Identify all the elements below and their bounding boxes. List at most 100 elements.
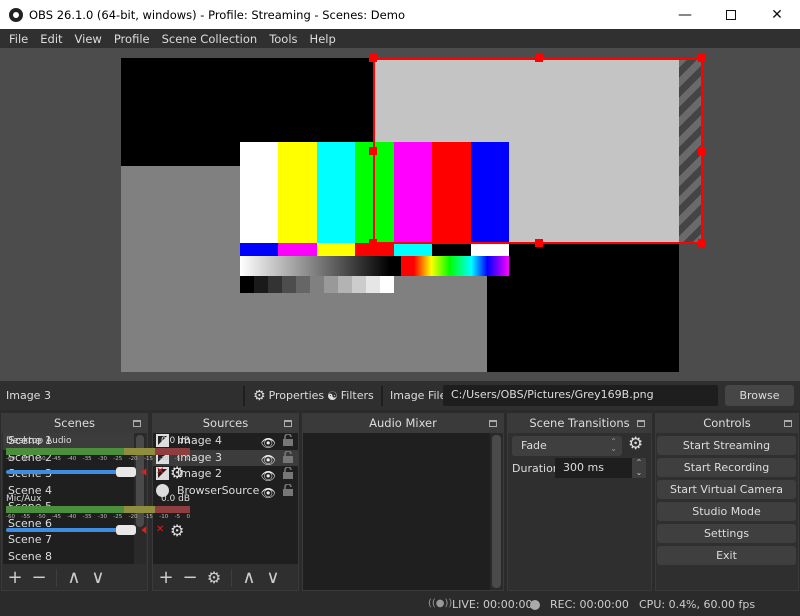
cpu-fps: CPU: 0.4%, 60.00 fps <box>639 598 756 611</box>
start-virtual-camera-button[interactable]: Start Virtual Camera <box>657 480 796 499</box>
unlocked-icon[interactable] <box>283 483 293 496</box>
float-dock-icon[interactable] <box>637 420 645 427</box>
visibility-eye-icon[interactable]: 👁 <box>261 485 276 502</box>
close-button[interactable]: ✕ <box>754 0 800 29</box>
resize-handle[interactable] <box>535 239 543 247</box>
start-streaming-button[interactable]: Start Streaming <box>657 436 796 455</box>
remove-scene-button[interactable]: − <box>27 567 51 589</box>
sources-toolbar: + − ⚙ ∧ ∨ <box>154 567 285 589</box>
rec-indicator-icon <box>530 600 540 610</box>
meter-tick-label: -40 <box>67 456 77 462</box>
unlocked-icon[interactable] <box>283 450 293 463</box>
move-source-up-button[interactable]: ∧ <box>237 567 261 589</box>
properties-button[interactable]: ⚙ Properties <box>253 388 324 404</box>
selection-box[interactable] <box>373 58 703 244</box>
image-file-path-field[interactable]: C:/Users/OBS/Pictures/Grey169B.png <box>443 385 718 406</box>
slider-track <box>6 528 128 532</box>
menu-profile[interactable]: Profile <box>108 32 156 46</box>
color-bar <box>278 243 317 256</box>
obs-logo-icon <box>9 7 23 22</box>
resize-handle[interactable] <box>698 54 706 62</box>
slider-handle[interactable] <box>116 467 136 477</box>
resize-handle[interactable] <box>698 147 706 155</box>
volume-meter <box>6 506 190 513</box>
menu-help[interactable]: Help <box>304 32 342 46</box>
scenes-dock-header: Scenes <box>2 414 147 433</box>
filters-label: Filters <box>340 389 374 402</box>
sources-dock-header: Sources <box>153 414 298 433</box>
minimize-button[interactable]: — <box>662 0 708 29</box>
color-bar <box>310 276 324 293</box>
scene-item[interactable]: Scene 8 <box>3 549 134 566</box>
meter-tick-label: -5 <box>174 456 181 462</box>
filters-button[interactable]: ☯ Filters <box>327 389 374 403</box>
channel-settings-gear-icon[interactable]: ⚙ <box>170 463 184 482</box>
float-dock-icon[interactable] <box>784 420 792 427</box>
title-bar: OBS 26.1.0 (64-bit, windows) - Profile: … <box>0 0 800 29</box>
unlocked-icon[interactable] <box>283 434 293 446</box>
status-bar: ((●)) LIVE: 00:00:00 REC: 00:00:00 CPU: … <box>0 594 800 616</box>
settings-button[interactable]: Settings <box>657 524 796 543</box>
meter-tick-label: -50 <box>36 514 46 520</box>
meter-tick-label: -40 <box>67 514 77 520</box>
muted-speaker-icon[interactable]: 🔈︎ <box>142 464 150 480</box>
unlocked-icon[interactable] <box>283 467 293 479</box>
add-scene-button[interactable]: + <box>3 567 27 589</box>
scrollbar-thumb[interactable] <box>492 435 501 588</box>
muted-speaker-icon[interactable]: 🔈︎ <box>142 522 150 538</box>
float-dock-icon[interactable] <box>284 420 292 427</box>
mixer-scrollbar[interactable] <box>490 433 503 590</box>
resize-handle[interactable] <box>369 239 377 247</box>
channel-level: 0.0 dB <box>160 436 190 446</box>
color-bar <box>268 276 282 293</box>
move-scene-down-button[interactable]: ∨ <box>86 567 110 589</box>
volume-meter <box>6 448 190 455</box>
float-dock-icon[interactable] <box>489 420 497 427</box>
resize-handle[interactable] <box>698 239 706 247</box>
volume-slider[interactable]: 🔈︎ ✕ ⚙ <box>6 521 190 540</box>
add-source-button[interactable]: + <box>154 567 178 589</box>
exit-button[interactable]: Exit <box>657 546 796 565</box>
live-time: LIVE: 00:00:00 <box>452 598 533 611</box>
start-recording-button[interactable]: Start Recording <box>657 458 796 477</box>
slider-handle[interactable] <box>116 525 136 535</box>
move-source-down-button[interactable]: ∨ <box>261 567 285 589</box>
audio-channel-mic: Mic/Aux 0.0 dB -60 -55 -50 -45 -40 -35 -30 -25 -2… <box>6 494 190 540</box>
maximize-button[interactable] <box>708 0 754 29</box>
transition-select[interactable]: Fade ⌃ ⌄ <box>512 436 622 456</box>
close-icon: ✕ <box>771 6 783 23</box>
transition-selected-value: Fade <box>521 439 547 452</box>
duration-stepper[interactable]: ⌃ ⌄ <box>632 458 646 478</box>
transition-settings-gear-icon[interactable]: ⚙ <box>628 434 643 454</box>
scene-transitions-title: Scene Transitions <box>529 416 630 430</box>
minimize-icon: — <box>678 6 692 23</box>
remove-source-button[interactable]: − <box>178 567 202 589</box>
meter-tick-label: -45 <box>51 514 61 520</box>
meter-tick-label: -60 <box>6 514 15 520</box>
menu-file[interactable]: File <box>3 32 34 46</box>
meter-tick-label: -50 <box>36 456 46 462</box>
menu-scene-collection[interactable]: Scene Collection <box>156 32 264 46</box>
duration-label: Duration <box>512 462 560 475</box>
slider-track <box>6 470 128 474</box>
color-bar <box>278 142 317 243</box>
meter-tick-label: -10 <box>159 514 169 520</box>
resize-handle[interactable] <box>535 54 543 62</box>
float-dock-icon[interactable] <box>133 420 141 427</box>
resize-handle[interactable] <box>369 147 377 155</box>
resize-handle[interactable] <box>369 54 377 62</box>
meter-tick-label: -45 <box>51 456 61 462</box>
color-bar <box>316 243 356 256</box>
browse-button[interactable]: Browse <box>725 385 794 406</box>
move-scene-up-button[interactable]: ∧ <box>62 567 86 589</box>
duration-spinbox[interactable]: 300 ms <box>555 458 632 478</box>
black-gap <box>390 256 401 276</box>
menu-edit[interactable]: Edit <box>34 32 68 46</box>
volume-slider[interactable]: 🔈︎ ✕ ⚙ <box>6 463 190 482</box>
channel-settings-gear-icon[interactable]: ⚙ <box>170 521 184 540</box>
gradient-row <box>240 256 509 276</box>
menu-view[interactable]: View <box>69 32 108 46</box>
studio-mode-button[interactable]: Studio Mode <box>657 502 796 521</box>
menu-tools[interactable]: Tools <box>263 32 303 46</box>
source-properties-button[interactable]: ⚙ <box>202 567 226 589</box>
